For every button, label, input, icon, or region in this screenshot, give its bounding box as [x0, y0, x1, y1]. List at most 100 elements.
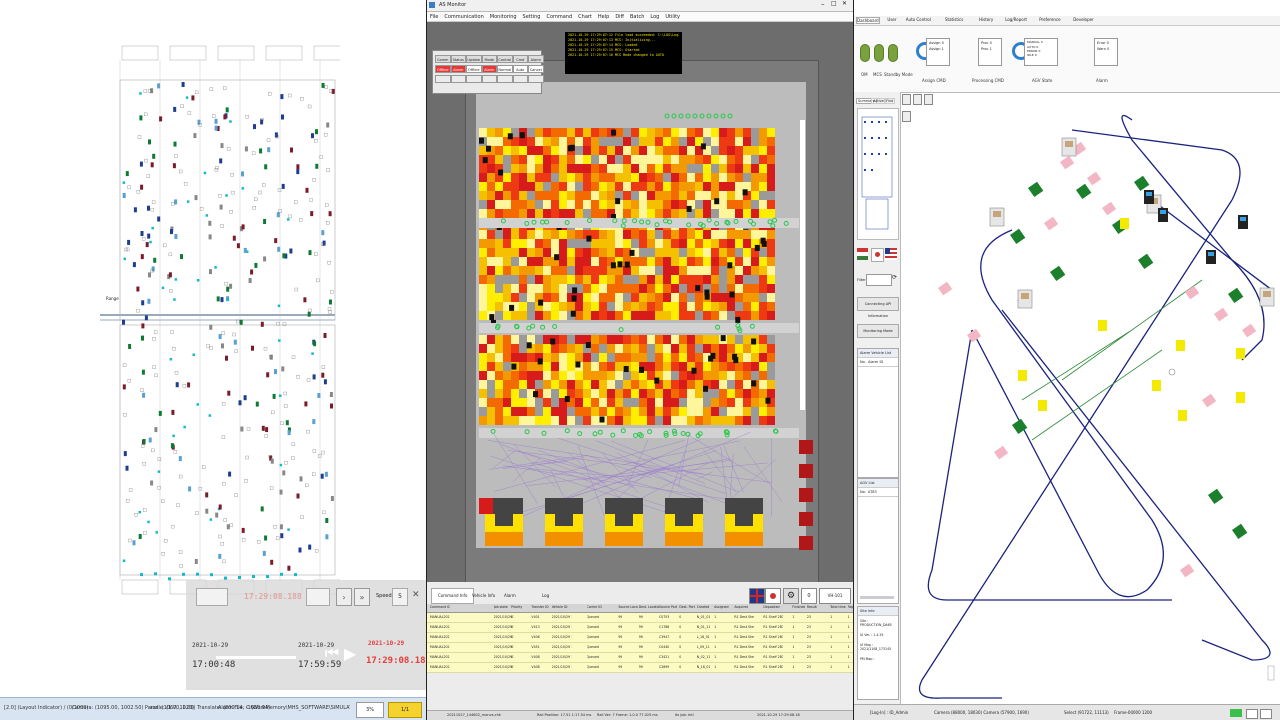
jump-end-button[interactable]: » — [354, 588, 370, 606]
column-header[interactable]: Carrier ID — [587, 605, 602, 609]
korea-flag-icon[interactable] — [871, 248, 884, 262]
agv-3d-map[interactable] — [902, 100, 1280, 702]
equipment-marker — [296, 493, 300, 499]
table-row[interactable]: MANUAL20211029_0062021/10/29 17:280V4082… — [427, 663, 853, 673]
column-header[interactable]: Dest. Location — [639, 605, 659, 609]
playback-close-icon[interactable]: ✕ — [412, 590, 420, 600]
column-header[interactable]: Result — [807, 605, 817, 609]
menu-item[interactable]: Diff — [615, 14, 624, 20]
menu-item[interactable]: Batch — [630, 14, 644, 20]
menu-item[interactable]: Log — [650, 14, 659, 20]
vehicle-id[interactable]: VH-101 — [819, 588, 851, 604]
rack-cell — [487, 344, 495, 353]
standby-indicator[interactable] — [888, 44, 898, 62]
page-indicator[interactable]: 1/1 — [388, 702, 422, 718]
table-row[interactable]: MANUAL20211029_0032021/10/29 17:280V4062… — [427, 633, 853, 643]
column-header[interactable]: Source Port — [659, 605, 677, 609]
menu-item[interactable]: Monitoring — [490, 14, 517, 20]
tab-find[interactable]: Find — [884, 98, 896, 104]
equipment-outline — [256, 540, 261, 544]
rack-cell — [719, 275, 727, 284]
tab-dashboard[interactable]: Dashboard — [856, 17, 880, 24]
menu-item[interactable]: Chart — [578, 14, 592, 20]
menu-item[interactable]: Utility — [665, 14, 680, 20]
rack-cell — [567, 230, 575, 239]
column-header[interactable]: Created — [697, 605, 710, 609]
zoom-percent-box[interactable]: 3% — [356, 702, 384, 718]
menu-item[interactable]: Communication — [444, 14, 483, 20]
menu-item[interactable]: File — [430, 14, 438, 20]
table-row[interactable]: MANUAL20211029_0052021/10/29 17:280V4082… — [427, 653, 853, 663]
column-header[interactable]: Finished — [792, 605, 805, 609]
tab-log-report[interactable]: Log/Report — [1005, 17, 1027, 22]
status-toggle[interactable] — [1246, 709, 1258, 719]
column-header[interactable]: Transfer ID — [531, 605, 548, 609]
column-header[interactable]: Job state — [494, 605, 508, 609]
connect-api-button[interactable]: Connecting API Information — [857, 297, 899, 318]
rack-cell — [567, 344, 575, 353]
command-table[interactable]: Command ID Job state Priority Transfer ID Ve… — [427, 604, 853, 696]
table-row[interactable]: MANUAL20211029_0012021/10/29 17:280V4012… — [427, 613, 853, 623]
column-header[interactable]: Assigned — [714, 605, 728, 609]
column-header[interactable]: Command ID — [430, 605, 450, 609]
filter-refresh-icon[interactable]: ⟳ — [892, 274, 897, 281]
playback-option-box[interactable] — [306, 588, 330, 606]
maximize-icon[interactable]: □ — [831, 0, 837, 7]
speed-input[interactable]: 5 — [392, 588, 408, 606]
rack-cell — [511, 407, 519, 416]
column-header[interactable]: Deposited — [763, 605, 779, 609]
rack-cell — [591, 266, 599, 275]
menu-item[interactable]: Help — [598, 14, 609, 20]
tab-statistics[interactable]: Statistics — [945, 17, 963, 22]
tab-history[interactable]: History — [979, 17, 993, 22]
us-flag-icon[interactable] — [885, 248, 897, 260]
hungary-flag-icon[interactable] — [857, 248, 868, 260]
tab-log[interactable]: Log — [535, 588, 556, 604]
menu-item[interactable]: Command — [546, 14, 572, 20]
agv-list-scrollbar[interactable] — [860, 596, 894, 599]
column-header[interactable]: Acquired — [734, 605, 748, 609]
factory-map-canvas[interactable]: Comm Status Update Mode Control Cmd Alarm Offl… — [427, 22, 853, 592]
playback-range-box[interactable] — [196, 588, 228, 606]
uk-flag-icon[interactable] — [749, 588, 765, 604]
rack-cell — [487, 209, 495, 218]
column-header[interactable]: Dest. Port — [679, 605, 695, 609]
step-forward-button[interactable]: › — [336, 588, 352, 606]
vehicle-count[interactable]: 0 — [801, 588, 817, 604]
column-header[interactable]: Total time — [830, 605, 846, 609]
playback-slider[interactable] — [216, 656, 296, 659]
equipment-marker — [325, 534, 329, 540]
korea-flag-icon[interactable] — [765, 588, 781, 604]
tab-auto-control[interactable]: Auto Control — [906, 17, 931, 22]
tab-user[interactable]: User — [887, 17, 896, 22]
settings-icon[interactable]: ⚙ — [783, 588, 799, 604]
close-icon[interactable]: ✕ — [842, 0, 847, 7]
carrier-marker — [686, 205, 692, 212]
play-button[interactable]: ▶ — [342, 640, 358, 666]
column-header[interactable]: Source Location — [618, 605, 638, 609]
mini-map[interactable] — [857, 108, 899, 240]
minimize-icon[interactable]: – — [821, 0, 825, 8]
status-toggle[interactable] — [1260, 709, 1272, 719]
rack-grid[interactable] — [467, 80, 817, 570]
table-row[interactable]: MANUAL20211029_0042021/10/29 17:280V4512… — [427, 643, 853, 653]
equipment-marker — [208, 234, 212, 240]
column-header[interactable]: Vehicle ID — [552, 605, 568, 609]
schematic-layout-canvas[interactable] — [100, 40, 340, 600]
column-header[interactable]: Priority — [511, 605, 522, 609]
tab-preference[interactable]: Preference — [1039, 17, 1060, 22]
menu-item[interactable]: Setting — [523, 14, 541, 20]
table-row[interactable]: MANUAL20211029_0022021/10/29 17:280V4132… — [427, 623, 853, 633]
equipment-outline — [232, 332, 236, 337]
monitoring-mode-button[interactable]: Monitoring Mode — [857, 324, 899, 338]
tab-developer[interactable]: Developer — [1073, 17, 1094, 22]
om-indicator[interactable] — [860, 44, 870, 62]
rack-cell — [527, 257, 535, 266]
rewind-button[interactable]: ⏮ — [324, 640, 340, 666]
filter-input[interactable] — [866, 274, 892, 286]
mcs-indicator[interactable] — [874, 44, 884, 62]
tab-alarm[interactable]: Alarm — [497, 588, 523, 604]
table-cell: 1 — [830, 645, 833, 649]
rack-cell — [695, 398, 703, 407]
equipment-outline — [317, 454, 322, 458]
